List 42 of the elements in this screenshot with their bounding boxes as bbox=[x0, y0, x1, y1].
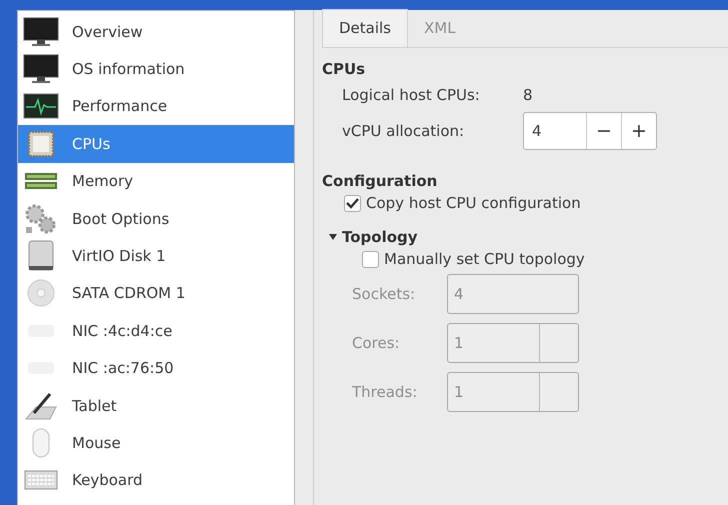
pen-tablet-icon bbox=[24, 390, 58, 421]
monitor-icon bbox=[23, 16, 59, 47]
sidebar-item[interactable]: Boot Options bbox=[18, 200, 294, 238]
drive-icon bbox=[26, 240, 56, 272]
field-label: Threads: bbox=[352, 383, 418, 401]
sidebar-item[interactable]: NIC :ac:76:50 bbox=[18, 350, 294, 387]
sidebar-item[interactable]: Tablet bbox=[18, 386, 294, 424]
sidebar-item[interactable]: Memory bbox=[18, 162, 294, 200]
checkbox-label: Copy host CPU configuration bbox=[366, 194, 581, 212]
spin-field[interactable]: 4 − + bbox=[523, 112, 657, 150]
collapse-arrow-icon bbox=[328, 233, 338, 241]
memory-stick-icon bbox=[24, 171, 58, 192]
sidebar-item[interactable]: VirtIO Disk 1 bbox=[18, 237, 294, 275]
field-label: Logical host CPUs: bbox=[342, 86, 481, 104]
sidebar-item[interactable]: CPUs bbox=[18, 125, 294, 163]
sidebar-item[interactable]: SATA CDROM 1 bbox=[18, 274, 294, 312]
disc-icon bbox=[26, 278, 56, 308]
sidebar-item[interactable]: OS information bbox=[18, 50, 294, 88]
field-value: 8 bbox=[523, 86, 534, 104]
sidebar-item[interactable]: Overview bbox=[18, 13, 294, 50]
chip-icon bbox=[26, 128, 56, 159]
sidebar-item[interactable]: Keyboard bbox=[18, 462, 294, 500]
sidebar-item[interactable]: NIC :4c:d4:ce bbox=[18, 312, 294, 350]
check-icon bbox=[346, 198, 359, 208]
field-label: vCPU allocation: bbox=[342, 122, 466, 140]
tab[interactable]: Details bbox=[322, 9, 408, 47]
checkbox[interactable] bbox=[362, 250, 379, 268]
expander[interactable]: Topology bbox=[322, 228, 728, 246]
checkbox-label: Manually set CPU topology bbox=[384, 250, 585, 268]
section-heading: CPUs bbox=[322, 60, 366, 78]
keyboard-icon bbox=[24, 468, 58, 492]
sidebar-item[interactable]: Performance bbox=[18, 88, 294, 126]
section-heading: Configuration bbox=[322, 172, 438, 190]
field-label: Sockets: bbox=[352, 285, 416, 303]
heartbeat-monitor-icon bbox=[23, 93, 59, 120]
gears-icon bbox=[24, 202, 58, 235]
field-label: Cores: bbox=[352, 334, 401, 352]
increment-button[interactable]: + bbox=[621, 113, 656, 149]
monitor-icon bbox=[23, 54, 59, 84]
decrement-button[interactable]: − bbox=[586, 113, 621, 149]
sidebar-item[interactable]: Mouse bbox=[18, 424, 294, 462]
checkbox[interactable] bbox=[344, 194, 361, 212]
